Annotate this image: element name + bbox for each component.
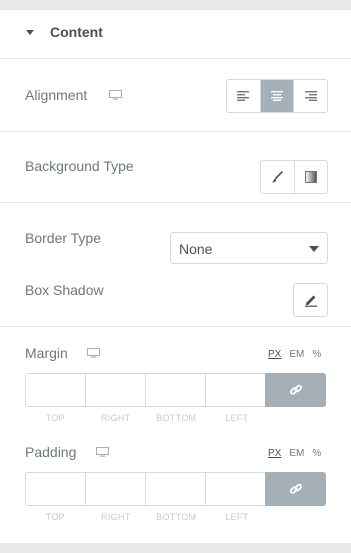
pencil-icon: [304, 295, 317, 307]
border-type-value: None: [179, 241, 213, 257]
padding-left-input[interactable]: [205, 472, 266, 506]
field-label-right: RIGHT: [101, 413, 131, 423]
unit-em-option[interactable]: EM: [289, 448, 304, 459]
gradient-icon: [304, 171, 317, 183]
padding-field-labels: TOP RIGHT BOTTOM LEFT: [25, 512, 267, 522]
field-label-left: LEFT: [225, 512, 249, 522]
unit-em-option[interactable]: EM: [289, 349, 304, 360]
field-label-top: TOP: [45, 512, 65, 522]
alignment-label: Alignment: [25, 87, 88, 103]
field-label-top: TOP: [45, 413, 65, 423]
desktop-icon[interactable]: [96, 447, 109, 457]
margin-units: PX EM %: [268, 349, 321, 360]
align-right-button[interactable]: [294, 80, 327, 112]
background-gradient-button[interactable]: [295, 161, 328, 193]
box-shadow-edit-button[interactable]: [293, 283, 328, 317]
unit-px-option[interactable]: PX: [268, 448, 281, 459]
field-label-bottom: BOTTOM: [156, 512, 197, 522]
section-header-content[interactable]: Content: [0, 10, 351, 59]
background-classic-button[interactable]: [261, 161, 295, 193]
chevron-down-icon: [309, 246, 319, 252]
panel-footer-gap: [0, 543, 351, 553]
unit-percent-option[interactable]: %: [312, 349, 321, 360]
margin-field-labels: TOP RIGHT BOTTOM LEFT: [25, 413, 267, 423]
align-left-icon: [237, 91, 250, 101]
brush-icon: [271, 171, 284, 183]
divider: [0, 131, 351, 132]
unit-px-option[interactable]: PX: [268, 349, 281, 360]
align-left-button[interactable]: [227, 80, 261, 112]
padding-label: Padding: [25, 444, 77, 460]
margin-top-input[interactable]: [25, 373, 86, 407]
margin-link-button[interactable]: [265, 373, 326, 407]
align-center-button[interactable]: [260, 80, 295, 112]
background-type-control: [260, 160, 328, 194]
padding-link-button[interactable]: [265, 472, 326, 506]
divider: [0, 326, 351, 327]
border-type-select[interactable]: None: [170, 232, 328, 264]
margin-right-input[interactable]: [85, 373, 146, 407]
box-shadow-label: Box Shadow: [25, 282, 104, 298]
padding-top-input[interactable]: [25, 472, 86, 506]
margin-label: Margin: [25, 345, 68, 361]
section-title: Content: [50, 24, 103, 40]
alignment-control: [226, 79, 328, 113]
field-label-bottom: BOTTOM: [156, 413, 197, 423]
style-panel: Content Alignment Background Type Border…: [0, 10, 351, 543]
field-label-right: RIGHT: [101, 512, 131, 522]
align-center-icon: [271, 91, 283, 101]
divider: [0, 202, 351, 203]
desktop-icon[interactable]: [87, 348, 100, 358]
link-icon: [289, 483, 302, 494]
desktop-icon[interactable]: [109, 90, 122, 100]
margin-left-input[interactable]: [205, 373, 266, 407]
align-right-icon: [304, 91, 317, 101]
background-type-label: Background Type: [25, 158, 134, 174]
link-icon: [289, 384, 302, 395]
caret-down-icon: [26, 30, 34, 35]
padding-right-input[interactable]: [85, 472, 146, 506]
field-label-left: LEFT: [225, 413, 249, 423]
padding-dimensions: [25, 472, 328, 506]
unit-percent-option[interactable]: %: [312, 448, 321, 459]
margin-dimensions: [25, 373, 328, 407]
border-type-label: Border Type: [25, 230, 102, 246]
padding-units: PX EM %: [268, 448, 321, 459]
padding-bottom-input[interactable]: [145, 472, 206, 506]
margin-bottom-input[interactable]: [145, 373, 206, 407]
